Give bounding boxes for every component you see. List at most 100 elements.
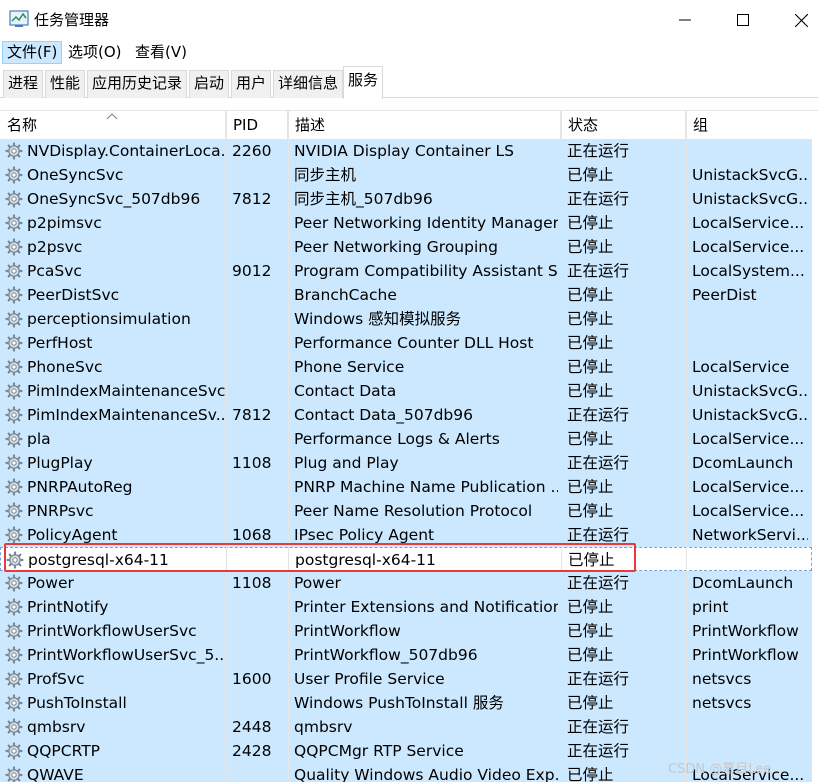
- service-pid: [232, 427, 287, 451]
- tab-app-history[interactable]: 应用历史记录: [87, 70, 188, 98]
- column-divider: [226, 111, 227, 782]
- table-row[interactable]: ProfSvc 1600 User Profile Service 正在运行 netsv…: [0, 667, 812, 691]
- service-group: UnistackSvcG...: [692, 382, 808, 400]
- table-row[interactable]: Power 1108 Power 正在运行 DcomLaunch: [0, 571, 812, 595]
- service-group: LocalSystem...: [692, 262, 805, 280]
- service-status: 已停止: [567, 382, 614, 400]
- service-description: QQPCMgr RTP Service: [294, 742, 464, 760]
- service-description: Printer Extensions and Notifications: [294, 598, 558, 616]
- service-pid: 7812: [232, 190, 272, 208]
- service-name: PushToInstall: [27, 694, 127, 712]
- service-pid: [232, 595, 287, 619]
- column-divider: [561, 111, 562, 782]
- column-header-description[interactable]: 描述: [288, 111, 561, 139]
- maximize-button[interactable]: [714, 0, 772, 40]
- service-description: Peer Name Resolution Protocol: [294, 502, 533, 520]
- service-group: LocalService...: [692, 214, 805, 232]
- service-name: qmbsrv: [27, 718, 86, 736]
- minimize-button[interactable]: [656, 0, 714, 40]
- service-pid: 1108: [232, 454, 272, 472]
- service-group: netsvcs: [692, 670, 752, 688]
- service-name: p2pimsvc: [27, 214, 102, 232]
- service-group: DcomLaunch: [692, 454, 794, 472]
- service-group: print: [692, 598, 729, 616]
- service-group: LocalService...: [692, 430, 805, 448]
- service-pid: [232, 763, 287, 782]
- sort-ascending-icon: [106, 113, 118, 120]
- table-row[interactable]: PhoneSvc Phone Service 已停止 LocalService: [0, 355, 812, 379]
- tab-bar: 进程 性能 应用历史记录 启动 用户 详细信息 服务: [0, 65, 818, 99]
- service-description: 同步主机: [294, 166, 357, 184]
- service-pid: [232, 331, 287, 355]
- tab-processes[interactable]: 进程: [3, 70, 44, 98]
- table-row[interactable]: perceptionsimulation Windows 感知模拟服务 已停止: [0, 307, 812, 331]
- service-group: PeerDist: [692, 286, 757, 304]
- tab-users[interactable]: 用户: [231, 70, 272, 98]
- service-group: LocalService: [692, 358, 790, 376]
- column-divider: [288, 111, 289, 782]
- table-row[interactable]: PerfHost Performance Counter DLL Host 已停止: [0, 331, 812, 355]
- service-status: 已停止: [567, 478, 614, 496]
- service-pid: [232, 475, 287, 499]
- column-header-pid[interactable]: PID: [226, 111, 288, 139]
- window-title: 任务管理器: [34, 11, 110, 29]
- table-row[interactable]: pla Performance Logs & Alerts 已停止 LocalServ…: [0, 427, 812, 451]
- menu-options[interactable]: 选项(O): [64, 41, 126, 64]
- service-group: [692, 715, 808, 739]
- table-row[interactable]: PushToInstall Windows PushToInstall 服务 已停止…: [0, 691, 812, 715]
- table-row[interactable]: NVDisplay.ContainerLoca... 2260 NVIDIA Dis…: [0, 139, 812, 163]
- service-status: 正在运行: [567, 454, 630, 472]
- service-gear-icon: [5, 286, 23, 304]
- tab-startup[interactable]: 启动: [189, 70, 230, 98]
- menu-view[interactable]: 查看(V): [131, 41, 191, 64]
- column-divider: [686, 111, 687, 782]
- table-row[interactable]: PrintWorkflowUserSvc PrintWorkflow 已停止 Prin…: [0, 619, 812, 643]
- service-status: 正在运行: [567, 262, 630, 280]
- table-row[interactable]: OneSyncSvc_507db96 7812 同步主机_507db96 正在运行 Un…: [0, 187, 812, 211]
- table-row[interactable]: PrintWorkflowUserSvc_5... PrintWorkflow_5…: [0, 643, 812, 667]
- annotation-highlight-box: [4, 543, 636, 572]
- table-row[interactable]: PNRPsvc Peer Name Resolution Protocol 已停止 L…: [0, 499, 812, 523]
- services-table: 名称 PID 描述 状态 组 NVDisplay.ContainerLoca..…: [0, 110, 818, 782]
- maximize-icon: [737, 14, 749, 26]
- column-header-group[interactable]: 组: [686, 111, 812, 139]
- service-description: qmbsrv: [294, 718, 353, 736]
- table-row[interactable]: PimIndexMaintenanceSvc Contact Data 已停止 Uni…: [0, 379, 812, 403]
- service-name: QQPCRTP: [27, 742, 101, 760]
- service-status: 已停止: [567, 598, 614, 616]
- service-name: PerfHost: [27, 334, 93, 352]
- service-status: 正在运行: [567, 190, 630, 208]
- table-row[interactable]: PrintNotify Printer Extensions and Notifi…: [0, 595, 812, 619]
- column-header-status[interactable]: 状态: [561, 111, 686, 139]
- table-row[interactable]: p2pimsvc Peer Networking Identity Manager…: [0, 211, 812, 235]
- table-row[interactable]: OneSyncSvc 同步主机 已停止 UnistackSvcG...: [0, 163, 812, 187]
- service-gear-icon: [5, 238, 23, 256]
- service-description: PNRP Machine Name Publication ...: [294, 478, 558, 496]
- service-gear-icon: [5, 214, 23, 232]
- service-group: [692, 139, 808, 163]
- menu-file[interactable]: 文件(F): [2, 41, 63, 64]
- table-row[interactable]: PcaSvc 9012 Program Compatibility Assistan…: [0, 259, 812, 283]
- service-pid: 9012: [232, 262, 272, 280]
- service-gear-icon: [5, 262, 23, 280]
- service-description: User Profile Service: [294, 670, 445, 688]
- service-gear-icon: [5, 670, 23, 688]
- table-row[interactable]: PeerDistSvc BranchCache 已停止 PeerDist: [0, 283, 812, 307]
- service-name: PrintNotify: [27, 598, 109, 616]
- task-manager-icon: [9, 10, 29, 27]
- service-gear-icon: [5, 742, 23, 760]
- table-row[interactable]: qmbsrv 2448 qmbsrv 正在运行: [0, 715, 812, 739]
- tab-performance[interactable]: 性能: [45, 70, 86, 98]
- table-row[interactable]: PimIndexMaintenanceSv... 7812 Contact Data…: [0, 403, 812, 427]
- close-button[interactable]: [772, 0, 818, 40]
- service-gear-icon: [5, 502, 23, 520]
- service-name: ProfSvc: [27, 670, 85, 688]
- service-pid: [232, 235, 287, 259]
- table-row[interactable]: p2psvc Peer Networking Grouping 已停止 LocalSe…: [0, 235, 812, 259]
- table-row[interactable]: PlugPlay 1108 Plug and Play 正在运行 DcomLaunch: [0, 451, 812, 475]
- service-description: PrintWorkflow_507db96: [294, 646, 478, 664]
- service-status: 正在运行: [567, 718, 630, 736]
- table-row[interactable]: PNRPAutoReg PNRP Machine Name Publication…: [0, 475, 812, 499]
- tab-details[interactable]: 详细信息: [273, 70, 344, 98]
- tab-services[interactable]: 服务: [343, 66, 384, 99]
